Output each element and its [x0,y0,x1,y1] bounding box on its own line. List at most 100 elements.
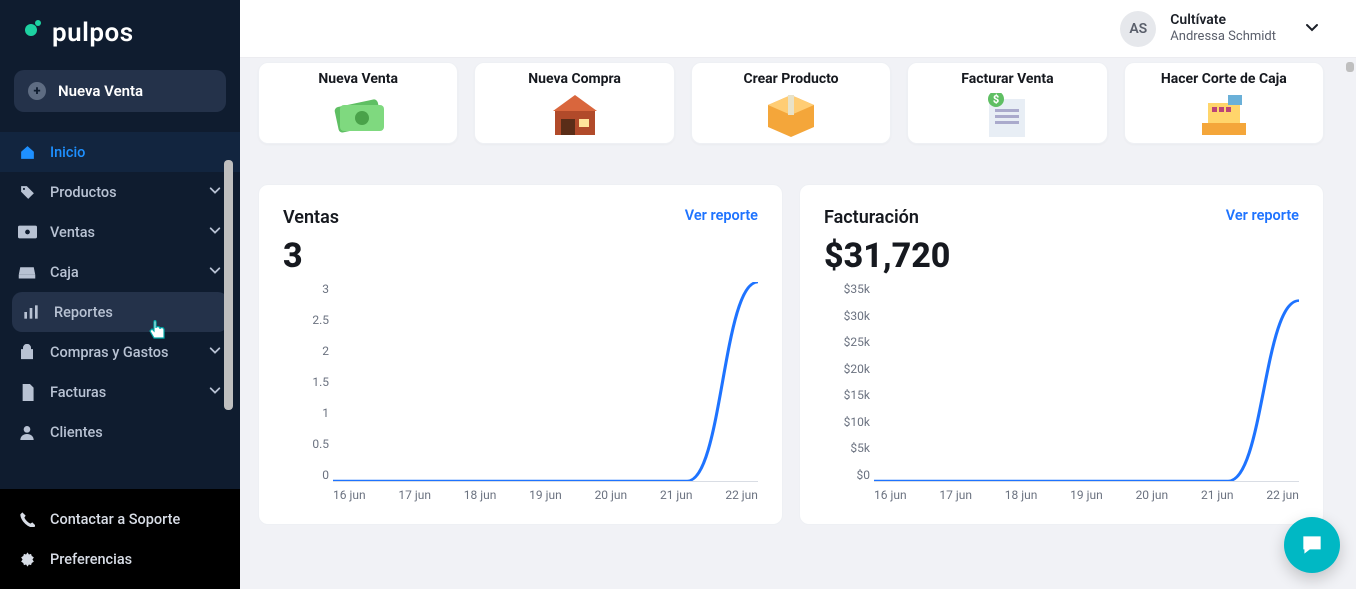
sidebar-item-label: Caja [50,264,79,281]
box-icon [766,93,816,137]
quick-facturar-venta[interactable]: Facturar Venta $ [907,62,1107,144]
svg-text:$: $ [993,93,999,106]
y-tick: 1.5 [312,375,329,389]
brand-logo: pulpos [0,0,240,70]
bag-icon [18,344,36,361]
y-axis: 3 2.5 2 1.5 1 0.5 0 [283,282,329,482]
sidebar-item-inicio[interactable]: Inicio [0,132,240,172]
sidebar-item-label: Compras y Gastos [50,344,168,361]
panel-title: Facturación [824,207,919,228]
x-tick: 22 jun [725,488,758,512]
x-tick: 19 jun [1070,488,1103,512]
footer-item-label: Contactar a Soporte [50,511,180,528]
y-tick: 0 [322,468,329,482]
ver-reporte-link[interactable]: Ver reporte [685,207,758,224]
x-tick: 16 jun [874,488,907,512]
store-icon [547,93,603,137]
quick-actions: Nueva VentaNueva CompraCrear ProductoFac… [258,62,1324,144]
sidebar-item-label: Facturas [50,384,106,401]
plot-area [333,282,758,482]
footer-item-preferencias[interactable]: Preferencias [0,539,240,579]
user-name: Andressa Schmidt [1170,29,1276,45]
phone-icon [18,511,36,527]
panel-facturacion: Facturación Ver reporte $31,720 $35k$30k… [799,184,1324,525]
avatar: AS [1120,11,1156,47]
quick-label: Facturar Venta [961,71,1053,87]
y-tick: 0.5 [312,437,329,451]
x-tick: 20 jun [1136,488,1169,512]
sidebar-item-productos[interactable]: Productos [0,172,240,212]
chat-icon [1299,532,1325,558]
brand-name: pulpos [52,18,134,48]
x-tick: 18 jun [464,488,497,512]
x-axis: 16 jun17 jun18 jun19 jun20 jun21 jun22 j… [874,488,1299,512]
quick-nueva-compra[interactable]: Nueva Compra [474,62,674,144]
invoice-icon: $ [985,93,1029,137]
new-sale-button[interactable]: + Nueva Venta [14,70,226,112]
chevron-down-icon [208,183,222,201]
sidebar-item-caja[interactable]: Caja [0,252,240,292]
x-tick: 17 jun [398,488,431,512]
sidebar-scrollbar[interactable] [224,160,233,410]
tag-icon [18,184,36,201]
y-tick: $10k [844,415,870,429]
footer-item-contactar-a-soporte[interactable]: Contactar a Soporte [0,499,240,539]
sidebar-item-label: Reportes [54,304,113,321]
sidebar-item-ventas[interactable]: Ventas [0,212,240,252]
chevron-down-icon [208,383,222,401]
y-axis: $35k$30k$25k$20k$15k$10k$5k$0 [824,282,870,482]
sidebar-item-facturas[interactable]: Facturas [0,372,240,412]
user-menu[interactable]: AS Cultívate Andressa Schmidt [1120,11,1320,47]
chart-facturacion: $35k$30k$25k$20k$15k$10k$5k$0 16 jun17 j… [824,282,1299,512]
topbar: AS Cultívate Andressa Schmidt [240,0,1356,58]
chat-bubble-button[interactable] [1284,517,1340,573]
bars-icon [22,304,40,320]
sidebar: pulpos + Nueva Venta Inicio Productos Vent… [0,0,240,589]
y-tick: $5k [850,441,870,455]
x-tick: 19 jun [529,488,562,512]
sidebar-item-label: Ventas [50,224,95,241]
panel-metric-ventas: 3 [283,236,758,276]
money-icon [330,93,386,137]
user-company: Cultívate [1170,12,1276,29]
plus-icon: + [28,82,46,100]
x-tick: 22 jun [1266,488,1299,512]
user-meta: Cultívate Andressa Schmidt [1170,12,1276,44]
x-tick: 21 jun [660,488,693,512]
footer-nav: Contactar a Soporte Preferencias [0,489,240,589]
y-tick: $35k [844,282,870,296]
home-icon [18,144,36,161]
y-tick: 1 [322,406,329,420]
panel-metric-facturacion: $31,720 [824,236,1299,276]
chevron-down-icon [208,263,222,281]
quick-crear-producto[interactable]: Crear Producto [691,62,891,144]
quick-hacer-corte-de-caja[interactable]: Hacer Corte de Caja [1124,62,1324,144]
sidebar-item-label: Clientes [50,424,103,441]
x-tick: 16 jun [333,488,366,512]
chevron-down-icon [1304,19,1320,39]
content-scrollbar[interactable] [1346,62,1354,72]
y-tick: $0 [857,468,871,482]
chevron-down-icon [208,343,222,361]
doc-icon [18,384,36,401]
footer-item-label: Preferencias [50,551,132,568]
brand-icon [20,19,44,47]
ver-reporte-link[interactable]: Ver reporte [1226,207,1299,224]
register-icon [1196,93,1252,137]
y-tick: $25k [844,335,870,349]
y-tick: 2.5 [312,313,329,327]
y-tick: 3 [322,282,329,296]
panel-title: Ventas [283,207,339,228]
x-tick: 20 jun [595,488,628,512]
sidebar-item-reportes[interactable]: Reportes [12,292,228,332]
sidebar-item-label: Productos [50,184,117,201]
y-tick: 2 [322,344,329,358]
main-nav: Inicio Productos Ventas Caja Reportes Compras… [0,132,240,452]
quick-nueva-venta[interactable]: Nueva Venta [258,62,458,144]
sidebar-item-compras-y-gastos[interactable]: Compras y Gastos [0,332,240,372]
x-axis: 16 jun 17 jun 18 jun 19 jun 20 jun 21 jun 22 j… [333,488,758,512]
plot-area [874,282,1299,482]
chart-ventas: 3 2.5 2 1.5 1 0.5 0 16 jun 17 jun 18 jun 19 jun 20… [283,282,758,512]
sidebar-item-clientes[interactable]: Clientes [0,412,240,452]
content: Nueva VentaNueva CompraCrear ProductoFac… [240,58,1342,589]
